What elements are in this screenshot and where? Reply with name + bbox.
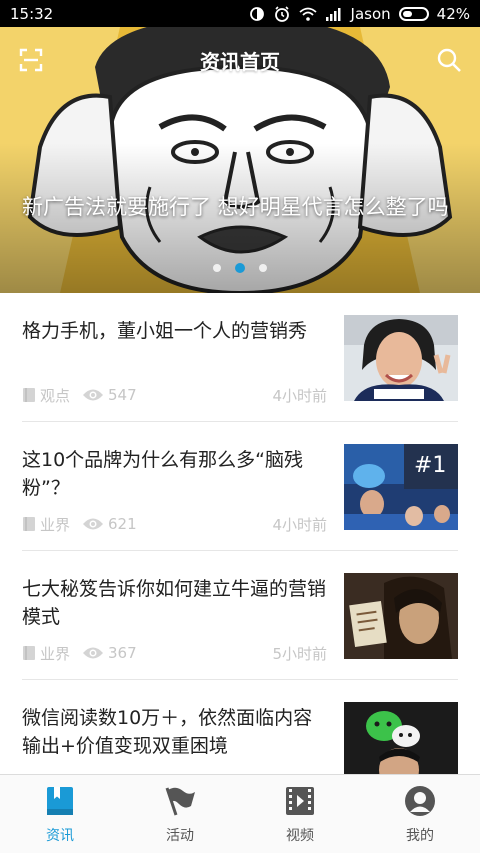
- article-list: 格力手机，董小姐一个人的营销秀 观点 547 4小时前 这10个品牌为什么有那么…: [0, 293, 480, 809]
- search-icon[interactable]: [436, 47, 462, 73]
- article-title: 这10个品牌为什么有那么多“脑残粉”？: [22, 449, 304, 499]
- list-item[interactable]: 格力手机，董小姐一个人的营销秀 观点 547 4小时前: [22, 293, 458, 422]
- alarm-icon: [273, 5, 291, 23]
- article-category: 业界: [40, 515, 71, 534]
- tab-label: 活动: [166, 828, 194, 844]
- status-time: 15:32: [10, 4, 54, 23]
- carousel-dot-1[interactable]: [213, 264, 221, 272]
- eye-icon: [83, 647, 104, 659]
- tab-activity[interactable]: 活动: [120, 775, 240, 853]
- tab-label: 我的: [406, 828, 434, 844]
- article-time: 4小时前: [272, 515, 327, 534]
- eye-icon: [83, 389, 104, 401]
- article-meta: 业界 621 4小时前: [22, 514, 327, 534]
- tab-news[interactable]: 资讯: [0, 775, 120, 853]
- top-bar: 资讯首页: [0, 27, 480, 93]
- article-meta: 业界 367 5小时前: [22, 643, 327, 663]
- profile-icon: [404, 785, 436, 817]
- signal-icon: [325, 7, 343, 21]
- video-icon: [284, 785, 316, 817]
- status-bar: 15:32 Jason 42%: [0, 0, 480, 27]
- carousel-indicator: [0, 263, 480, 273]
- hero-banner[interactable]: 资讯首页 新广告法就要施行了 想好明星代言怎么整了吗: [0, 27, 480, 293]
- battery-percent: 42%: [436, 4, 470, 23]
- tab-profile[interactable]: 我的: [360, 775, 480, 853]
- article-thumbnail: #1: [344, 444, 458, 530]
- article-views: 621: [108, 515, 137, 533]
- article-time: 4小时前: [272, 386, 327, 405]
- article-meta: 观点 547 4小时前: [22, 385, 327, 405]
- page-title: 资讯首页: [200, 49, 280, 74]
- svg-text:#1: #1: [414, 453, 446, 478]
- article-views: 367: [108, 644, 137, 662]
- category-icon: [23, 388, 35, 402]
- article-title: 微信阅读数10万＋，依然面临内容输出+价值变现双重困境: [22, 707, 313, 757]
- eye-icon: [83, 518, 104, 530]
- tab-video[interactable]: 视频: [240, 775, 360, 853]
- category-icon: [23, 646, 35, 660]
- hero-headline[interactable]: 新广告法就要施行了 想好明星代言怎么整了吗: [22, 193, 450, 222]
- article-title: 七大秘笈告诉你如何建立牛逼的营销模式: [22, 578, 327, 628]
- article-category: 业界: [40, 644, 71, 663]
- category-icon: [23, 517, 35, 531]
- do-not-disturb-icon: [249, 6, 265, 22]
- status-icons: Jason 42%: [249, 5, 470, 23]
- article-thumbnail: [344, 315, 458, 401]
- article-thumbnail: [344, 573, 458, 659]
- article-category: 观点: [40, 386, 71, 405]
- article-time: 5小时前: [272, 644, 327, 663]
- list-item[interactable]: 这10个品牌为什么有那么多“脑残粉”？ 业界 621 4小时前 #1: [22, 422, 458, 551]
- flag-icon: [164, 785, 196, 817]
- tab-label: 视频: [286, 828, 314, 844]
- battery-icon: [398, 6, 429, 21]
- carousel-dot-3[interactable]: [259, 264, 267, 272]
- carousel-dot-2[interactable]: [235, 263, 245, 273]
- article-title: 格力手机，董小姐一个人的营销秀: [22, 320, 308, 342]
- scan-icon[interactable]: [18, 47, 44, 73]
- list-item[interactable]: 七大秘笈告诉你如何建立牛逼的营销模式 业界 367 5小时前: [22, 551, 458, 680]
- news-icon: [44, 785, 76, 817]
- carrier-name: Jason: [350, 4, 391, 23]
- wifi-icon: [298, 7, 317, 21]
- bottom-tab-bar: 资讯 活动 视频 我的: [0, 774, 480, 853]
- article-views: 547: [108, 386, 137, 404]
- tab-label: 资讯: [46, 828, 74, 844]
